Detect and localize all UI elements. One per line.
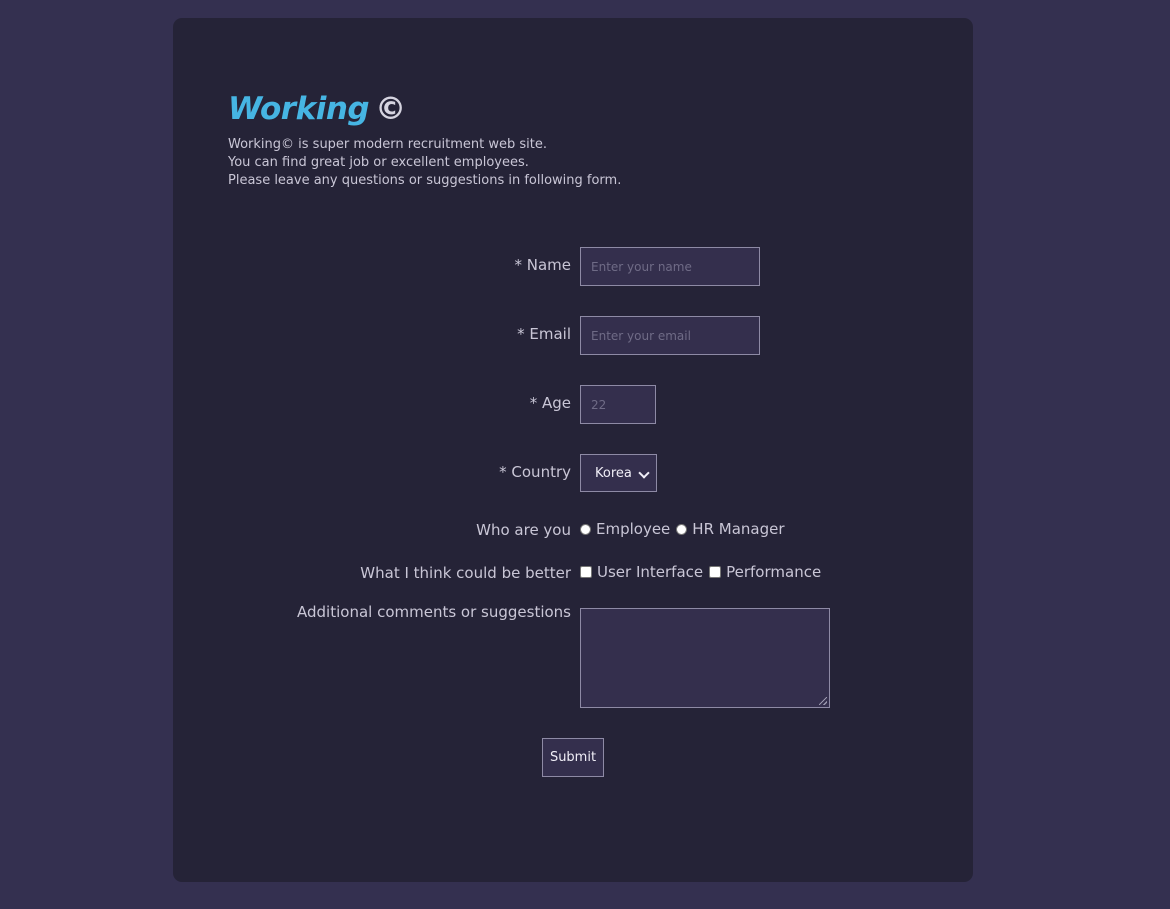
brand-name: Working [228,91,370,127]
radio-hr-manager[interactable] [676,523,688,535]
radio-employee-label: Employee [596,520,671,538]
who-radio-group: Employee HR Manager [580,520,791,538]
chevron-down-icon [638,467,650,479]
submit-button[interactable]: Submit [542,738,604,777]
age-label: * Age [529,394,571,412]
age-input[interactable] [580,385,656,424]
comments-textarea[interactable] [580,608,830,708]
country-label: * Country [499,463,571,481]
intro-line: Working© is super modern recruitment web… [228,137,548,152]
intro-line: Please leave any questions or suggestion… [228,173,622,188]
brand-title: Working © [228,88,406,129]
country-select[interactable]: Korea [580,454,657,492]
who-label: Who are you [476,521,571,539]
checkbox-performance[interactable] [709,566,722,578]
intro-text: Working© is super modern recruitment web… [228,136,621,190]
country-selected-value: Korea [595,465,632,481]
form-card: Working © Working© is super modern recrui… [173,18,973,882]
comments-label: Additional comments or suggestions [297,603,571,621]
name-label: * Name [514,256,571,274]
email-input[interactable] [580,316,760,355]
checkbox-user-interface-label: User Interface [597,563,704,581]
checkbox-user-interface[interactable] [580,566,592,578]
copyright-mark: © [375,91,407,127]
email-label: * Email [517,325,571,343]
improve-label: What I think could be better [360,564,571,582]
name-input[interactable] [580,247,760,286]
radio-employee[interactable] [580,523,591,535]
checkbox-performance-label: Performance [726,563,822,581]
intro-line: You can find great job or excellent empl… [228,155,529,170]
improve-checkbox-group: User Interface Performance [580,563,827,581]
resize-grip-icon[interactable] [819,697,827,705]
radio-hr-manager-label: HR Manager [692,520,785,538]
